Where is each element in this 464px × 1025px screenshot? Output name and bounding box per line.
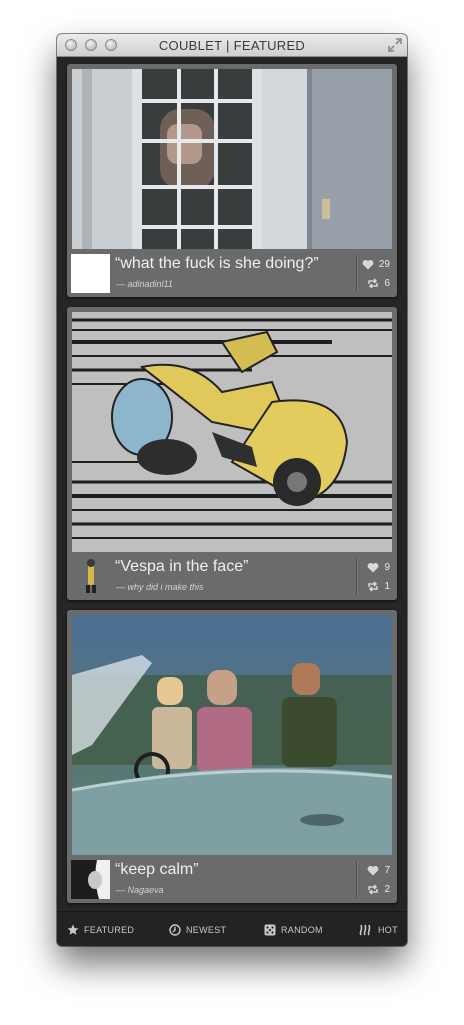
recoub-count: 2 [384, 884, 390, 895]
recoub-icon [368, 278, 379, 289]
tab-label: HOT [378, 924, 398, 935]
divider [356, 861, 357, 898]
recoub-count: 1 [384, 581, 390, 592]
dice-icon [264, 924, 276, 935]
coub-card[interactable]: “what the fuck is she doing?” — adinadin… [67, 64, 397, 297]
car-scene-image [72, 615, 392, 855]
recoub-icon [368, 581, 379, 592]
like-stat[interactable]: 9 [367, 562, 390, 573]
tab-bar: FEATURED NEWEST RANDOM HOT [57, 911, 407, 946]
coub-video-thumbnail[interactable] [72, 312, 392, 552]
scooter-scene-image [72, 312, 392, 552]
tab-random[interactable]: RANDOM [264, 912, 323, 946]
coub-video-thumbnail[interactable] [72, 69, 392, 249]
divider [356, 558, 357, 595]
divider [356, 255, 357, 292]
avatar[interactable] [71, 860, 110, 899]
coub-footer: “what the fuck is she doing?” — adinadin… [67, 249, 397, 297]
avatar[interactable] [71, 557, 110, 596]
coub-footer: “Vespa in the face” — why did i make thi… [67, 552, 397, 600]
recoub-count: 6 [384, 278, 390, 289]
like-stat[interactable]: 29 [362, 259, 390, 270]
recoub-stat[interactable]: 2 [367, 884, 390, 895]
like-stat[interactable]: 7 [367, 865, 390, 876]
coub-video-thumbnail[interactable] [72, 615, 392, 855]
recoub-stat[interactable]: 6 [367, 278, 390, 289]
like-count: 9 [384, 562, 390, 573]
coub-title[interactable]: “Vespa in the face” [115, 558, 248, 576]
heart-icon [362, 260, 374, 270]
feed[interactable]: “what the fuck is she doing?” — adinadin… [57, 57, 407, 911]
recoub-stat[interactable]: 1 [367, 581, 390, 592]
clock-icon [169, 923, 181, 936]
like-count: 29 [378, 259, 390, 270]
avatar[interactable] [71, 254, 110, 293]
coub-footer: “keep calm” — Nagaeva 7 2 [67, 855, 397, 903]
star-icon [67, 924, 79, 935]
portrait-avatar-image [71, 860, 110, 899]
figure-avatar-image [86, 559, 96, 593]
coub-author[interactable]: — why did i make this [116, 582, 204, 592]
tab-label: FEATURED [84, 924, 135, 935]
like-count: 7 [384, 865, 390, 876]
heart-icon [368, 563, 379, 573]
coub-card[interactable]: “keep calm” — Nagaeva 7 2 [67, 610, 397, 903]
tab-label: NEWEST [186, 924, 227, 935]
heat-icon [359, 924, 371, 935]
window-title: COUBLET | FEATURED [158, 38, 306, 53]
app-window: COUBLET | FEATURED “what the fuck is she… [57, 34, 407, 946]
coub-author[interactable]: — Nagaeva [116, 885, 164, 895]
title-bar: COUBLET | FEATURED [57, 34, 407, 57]
coub-title[interactable]: “keep calm” [115, 861, 199, 879]
heart-icon [368, 866, 379, 876]
coub-card[interactable]: “Vespa in the face” — why did i make thi… [67, 307, 397, 600]
tab-featured[interactable]: FEATURED [67, 912, 134, 946]
coub-author[interactable]: — adinadinl11 [116, 279, 173, 289]
tab-newest[interactable]: NEWEST [169, 912, 226, 946]
recoub-icon [368, 884, 379, 895]
fullscreen-icon[interactable] [388, 38, 402, 52]
tab-label: RANDOM [281, 924, 323, 935]
coub-title[interactable]: “what the fuck is she doing?” [115, 255, 319, 273]
tab-hot[interactable]: HOT [359, 912, 398, 946]
window-scene-image [72, 69, 392, 249]
